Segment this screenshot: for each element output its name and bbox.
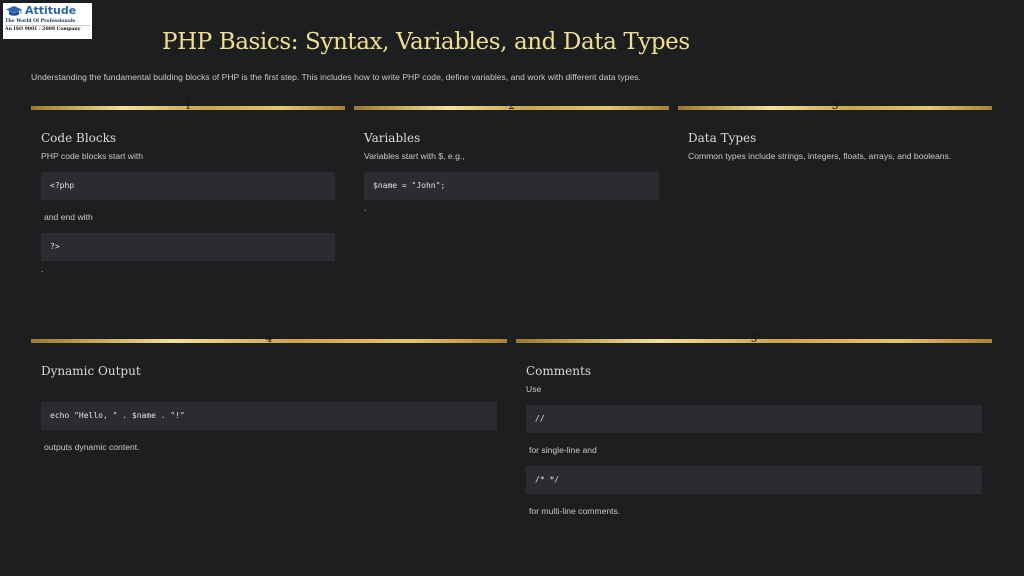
code-snippet: $name = "John"; [364, 172, 659, 200]
section-text: PHP code blocks start with [41, 151, 144, 161]
section-card: Comments Use // for single-line and /* *… [516, 364, 992, 516]
section-variables: 2 Variables Variables start with $, e.g.… [354, 102, 669, 212]
section-card: Code Blocks PHP code blocks start with <… [31, 131, 345, 273]
section-divider: 4 [31, 335, 507, 345]
page-title: PHP Basics: Syntax, Variables, and Data … [162, 29, 690, 55]
section-number: 2 [508, 101, 515, 112]
section-heading: Code Blocks [41, 131, 117, 145]
page-subtitle: Understanding the fundamental building b… [31, 72, 641, 82]
section-divider: 3 [678, 102, 992, 112]
code-snippet: <?php [41, 172, 335, 200]
logo-tagline: The World Of Professionals [5, 18, 90, 26]
logo-name: Attitude [25, 4, 77, 17]
section-text: Variables start with $, e.g., [364, 151, 465, 161]
section-divider: 5 [516, 335, 992, 345]
section-comments: 5 Comments Use // for single-line and /*… [516, 335, 992, 516]
section-divider: 2 [354, 102, 669, 112]
section-card: Variables Variables start with $, e.g., … [354, 131, 669, 212]
section-end-text: . [41, 264, 44, 274]
section-number: 5 [750, 334, 758, 345]
section-data-types: 3 Data Types Common types include string… [678, 102, 992, 161]
code-snippet: // [526, 405, 982, 433]
section-number: 3 [831, 101, 839, 112]
section-heading: Dynamic Output [41, 364, 141, 378]
section-heading: Data Types [688, 131, 757, 145]
section-dynamic-output: 4 Dynamic Output echo "Hello, " . $name … [31, 335, 507, 452]
logo-iso-text: An ISO 9001 : 2008 Company [5, 27, 81, 32]
section-text: and end with [44, 212, 93, 222]
logo-top-row: Attitude [5, 4, 90, 18]
section-card: Data Types Common types include strings,… [678, 131, 992, 161]
section-text: for single-line and [529, 445, 597, 455]
section-heading: Comments [526, 364, 591, 378]
code-snippet: ?> [41, 233, 335, 261]
graduation-cap-icon [6, 6, 22, 16]
section-number: 1 [184, 101, 192, 112]
section-heading: Variables [364, 131, 421, 145]
section-divider: 1 [31, 102, 345, 112]
section-text: outputs dynamic content. [44, 442, 140, 452]
code-snippet: echo "Hello, " . $name . "!" [41, 402, 497, 430]
section-text: for multi-line comments. [529, 506, 621, 516]
code-snippet: /* */ [526, 466, 982, 494]
company-logo: Attitude The World Of Professionals An I… [3, 3, 92, 39]
section-code-blocks: 1 Code Blocks PHP code blocks start with… [31, 102, 345, 273]
section-text: Use [526, 384, 542, 394]
section-card: Dynamic Output echo "Hello, " . $name . … [31, 364, 507, 452]
section-end-text: . [364, 203, 367, 213]
section-text: Common types include strings, integers, … [688, 151, 952, 161]
section-number: 4 [265, 334, 273, 345]
